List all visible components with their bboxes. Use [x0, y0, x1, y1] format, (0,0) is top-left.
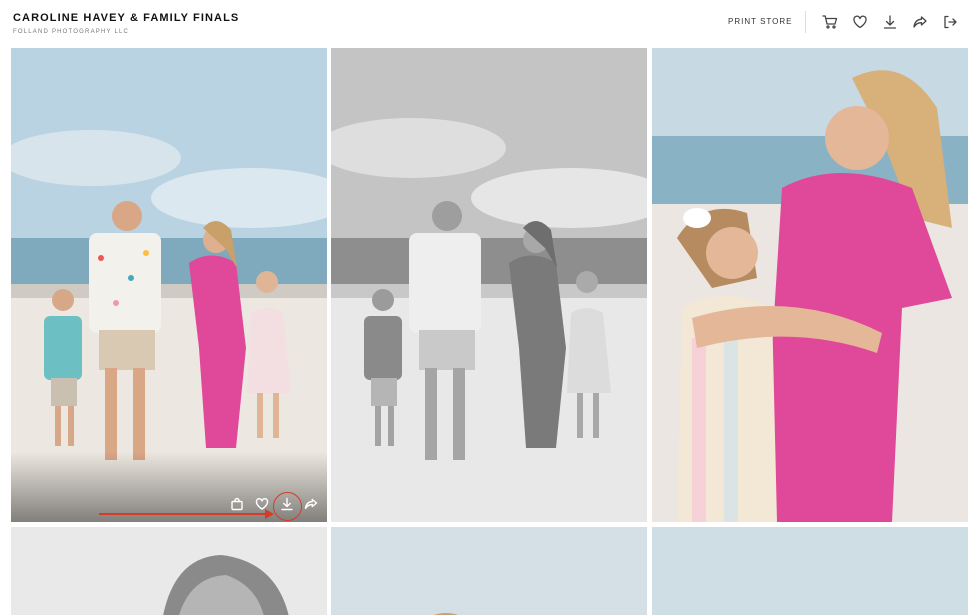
photo-family-bw[interactable]: [331, 48, 647, 522]
photo-beach-sky[interactable]: [331, 527, 647, 615]
download-icon[interactable]: [277, 494, 297, 514]
cart-icon[interactable]: [820, 12, 840, 32]
photo-image: [11, 527, 327, 615]
gallery-header: CAROLINE HAVEY & FAMILY FINALS FOLLAND P…: [0, 0, 978, 46]
photo-image: [652, 48, 968, 522]
photographer-name: FOLLAND PHOTOGRAPHY LLC: [13, 29, 130, 35]
share-icon[interactable]: [301, 494, 321, 514]
heart-icon[interactable]: [252, 494, 272, 514]
heart-icon[interactable]: [850, 12, 870, 32]
download-icon[interactable]: [880, 12, 900, 32]
bag-icon[interactable]: [227, 494, 247, 514]
photo-image: [652, 527, 968, 615]
gallery-title: CAROLINE HAVEY & FAMILY FINALS: [13, 12, 240, 24]
header-divider: [805, 11, 806, 33]
photo-image: [11, 48, 327, 522]
photo-image: [331, 48, 647, 522]
photo-family-color[interactable]: [11, 48, 327, 522]
photo-portrait-bw[interactable]: [11, 527, 327, 615]
photo-image: [331, 527, 647, 615]
print-store-link[interactable]: PRINT STORE: [728, 17, 793, 26]
photo-beach-sky-2[interactable]: [652, 527, 968, 615]
photo-mother-daughter[interactable]: [652, 48, 968, 522]
logout-icon[interactable]: [940, 12, 960, 32]
share-icon[interactable]: [910, 12, 930, 32]
